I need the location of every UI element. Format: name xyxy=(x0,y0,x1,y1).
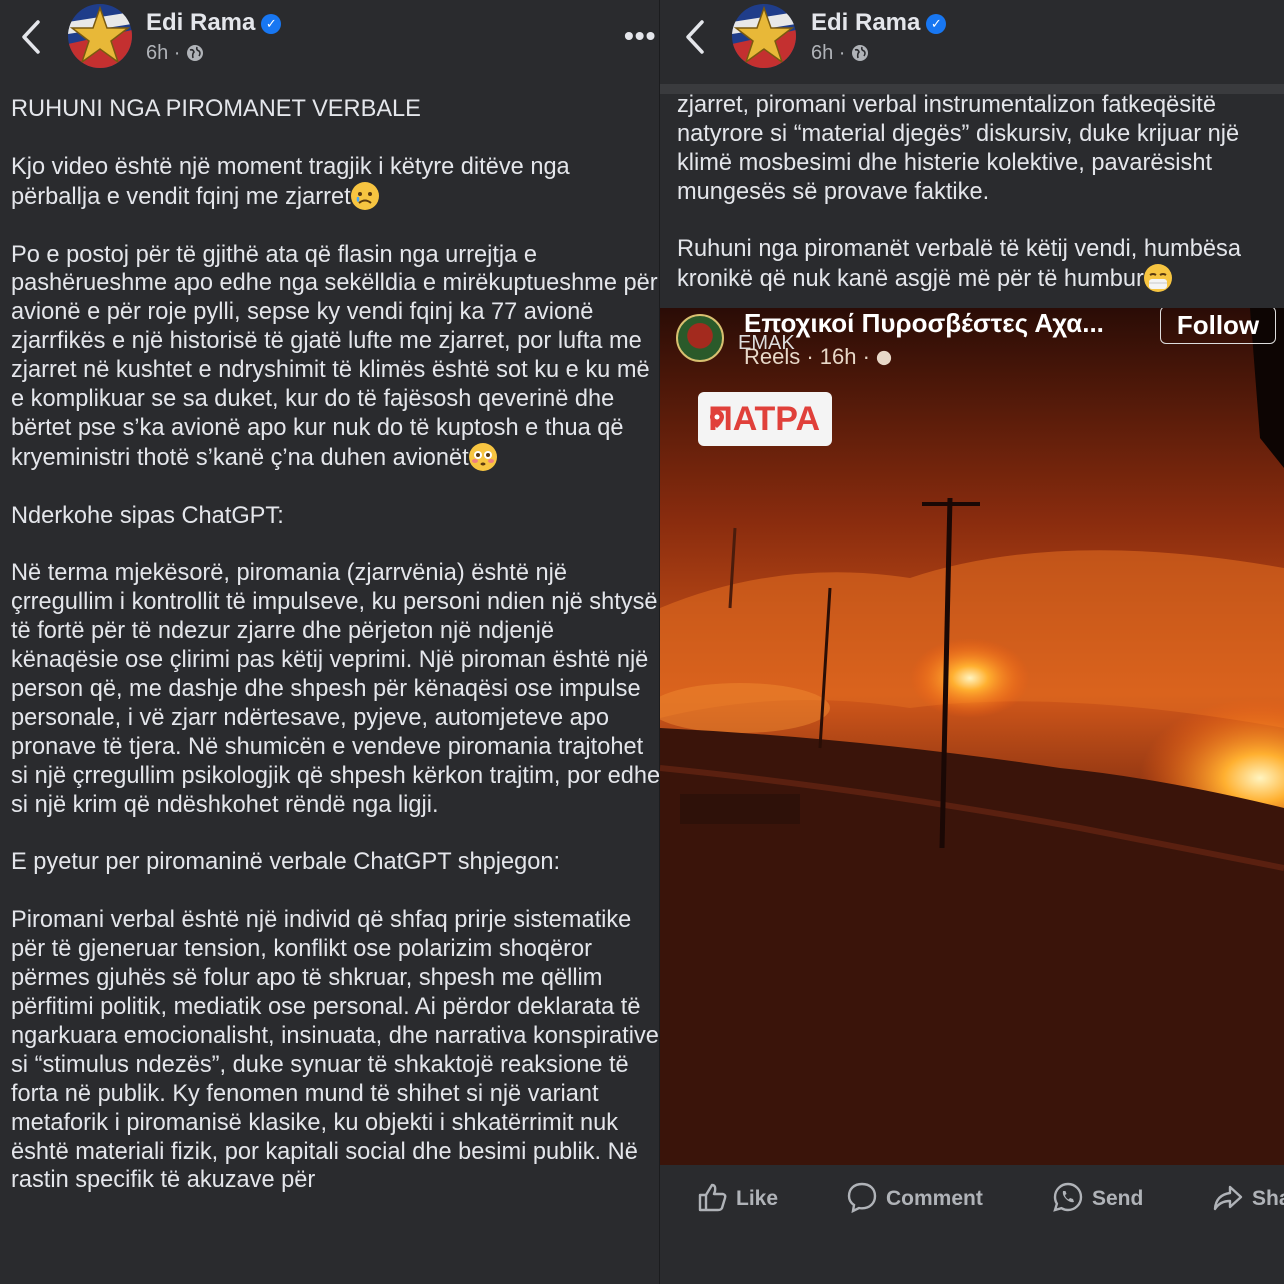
send-button[interactable]: Send xyxy=(1052,1181,1143,1217)
post-header: Edi Rama ✓ 6h · xyxy=(660,0,1284,80)
reel-overlay-text: EMAK xyxy=(738,332,795,354)
reel-meta: EMAK Reels · 16h · xyxy=(738,332,892,370)
post-meta: 6h · xyxy=(811,42,869,65)
more-options-icon[interactable]: ••• xyxy=(624,20,656,52)
location-sticker[interactable]: ΠΑΤΡΑ xyxy=(698,392,832,446)
post-title: RUHUNI NGA PIROMANET VERBALE xyxy=(11,96,421,122)
verified-badge-icon: ✓ xyxy=(261,14,282,34)
paragraph: Piromani verbal është një individ që shf… xyxy=(11,907,659,1194)
paragraph: Po e postoj për të gjithë ata që flasin … xyxy=(11,241,658,471)
back-arrow-icon[interactable] xyxy=(20,18,42,56)
right-post-screen: Edi Rama ✓ 6h · zjarret, piromani verbal … xyxy=(660,0,1284,1284)
flushed-face-icon xyxy=(468,442,497,471)
paragraph: Nderkohe sipas ChatGPT: xyxy=(11,502,284,529)
location-pin-icon xyxy=(710,410,724,428)
page-avatar[interactable] xyxy=(676,314,724,362)
globe-icon xyxy=(852,45,869,61)
face-with-medical-mask-icon xyxy=(1143,264,1172,292)
globe-icon xyxy=(187,45,204,61)
verified-badge-icon: ✓ xyxy=(926,14,947,34)
paragraph: E pyetur per piromaninë verbale ChatGPT … xyxy=(11,849,561,876)
crying-face-icon xyxy=(350,181,379,210)
post-body-continued: zjarret, piromani verbal instrumentalizo… xyxy=(677,91,1277,322)
comment-icon xyxy=(847,1182,877,1214)
post-body: RUHUNI NGA PIROMANET VERBALE Kjo video ës… xyxy=(11,95,659,1224)
author-name[interactable]: Edi Rama ✓ xyxy=(811,9,947,37)
back-arrow-icon[interactable] xyxy=(684,18,706,56)
follow-button[interactable]: Follow xyxy=(1160,308,1276,344)
avatar[interactable] xyxy=(732,4,796,68)
paragraph: Kjo video është një moment tragjik i kët… xyxy=(11,153,577,210)
author-name[interactable]: Edi Rama ✓ xyxy=(146,9,282,37)
share-icon xyxy=(1213,1185,1243,1211)
globe-icon xyxy=(876,350,892,366)
whatsapp-icon xyxy=(1053,1182,1083,1212)
paragraph: zjarret, piromani verbal instrumentalizo… xyxy=(677,92,1240,205)
like-button[interactable]: Like xyxy=(696,1181,778,1217)
paragraph: Në terma mjekësorë, piromania (zjarrvëni… xyxy=(11,560,659,818)
reel-header: Εποχικοί Πυροσβέστες Αχα... EMAK Reels ·… xyxy=(660,308,1284,372)
avatar[interactable] xyxy=(68,4,132,68)
left-post-screen: Edi Rama ✓ 6h · ••• RUHUNI NGA PIROMANET … xyxy=(0,0,659,1284)
thumbs-up-icon xyxy=(698,1183,727,1212)
reel-page-name[interactable]: Εποχικοί Πυροσβέστες Αχα... xyxy=(744,308,1104,339)
post-meta: 6h · xyxy=(146,42,204,65)
paragraph: Ruhuni nga piromanët verbalë të këtij ve… xyxy=(677,236,1241,292)
reel-video[interactable]: Εποχικοί Πυροσβέστες Αχα... EMAK Reels ·… xyxy=(660,308,1284,1165)
post-header: Edi Rama ✓ 6h · ••• xyxy=(0,0,659,80)
comment-button[interactable]: Comment xyxy=(846,1181,983,1217)
post-action-bar: Like Comment Send Share xyxy=(660,1165,1284,1284)
share-button[interactable]: Share xyxy=(1212,1181,1284,1217)
